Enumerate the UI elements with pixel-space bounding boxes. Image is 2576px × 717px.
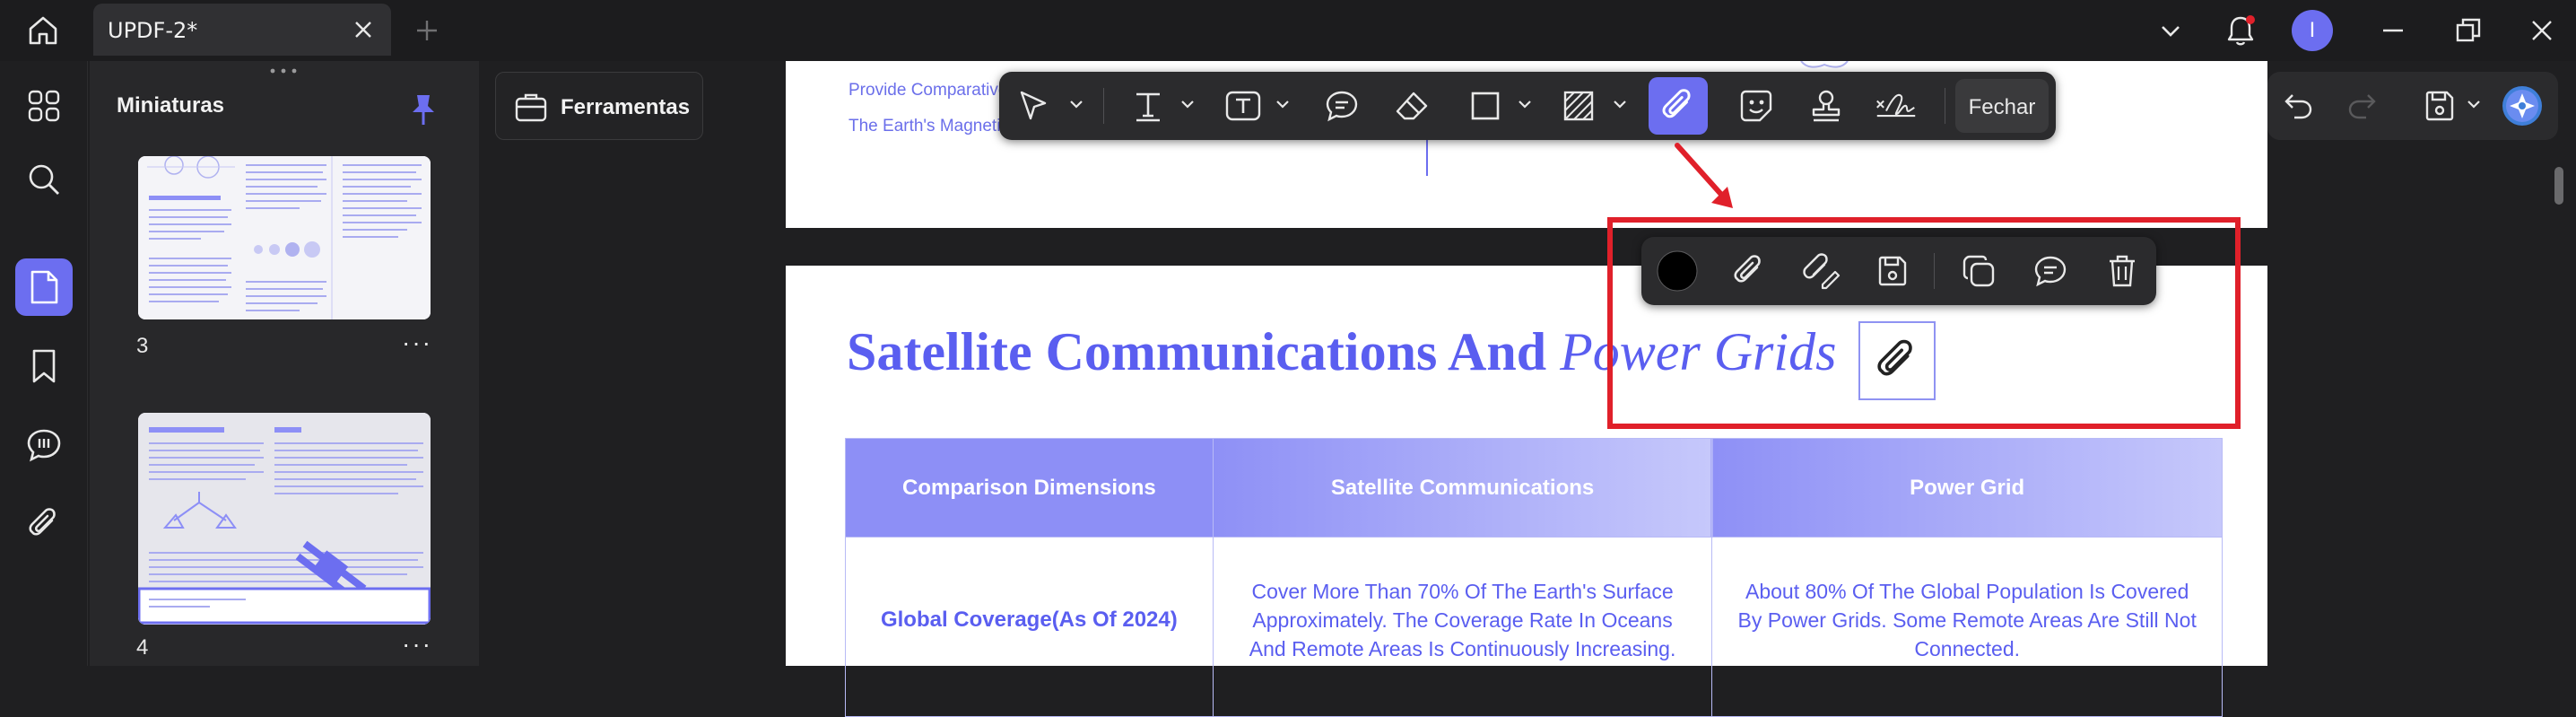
toolbox-icon xyxy=(515,93,547,122)
table-header-cell: Satellite Communications xyxy=(1212,438,1713,538)
left-rail xyxy=(0,61,88,666)
undo-icon[interactable] xyxy=(2276,84,2319,127)
table-cell: Global Coverage(As Of 2024) xyxy=(845,537,1214,717)
avatar-letter: I xyxy=(2309,18,2316,42)
search-icon[interactable] xyxy=(15,151,73,208)
title-bar: UPDF-2* I xyxy=(0,0,2576,61)
chevron-down-icon[interactable] xyxy=(1067,95,1085,113)
thumbnail-page-number: 4 xyxy=(136,635,149,660)
close-window-icon[interactable] xyxy=(2520,9,2563,52)
page-figure-fragment xyxy=(1800,61,1849,68)
thumbnail-page-4[interactable] xyxy=(138,413,431,625)
restore-window-icon[interactable] xyxy=(2447,9,2490,52)
attachment-popup-toolbar xyxy=(1641,237,2156,305)
attachment-tool-icon[interactable] xyxy=(1649,77,1708,135)
attachment-icon[interactable] xyxy=(15,495,73,553)
annotation-toolbar: Fechar xyxy=(999,72,2056,140)
tools-label: Ferramentas xyxy=(561,95,691,119)
ai-assistant-icon[interactable] xyxy=(2501,84,2544,127)
heading-main-text: Satellite Communications And xyxy=(847,322,1561,381)
drag-handle-icon[interactable] xyxy=(265,68,301,74)
toolbar-divider xyxy=(1103,88,1104,124)
page-text-line: The Earth's Magneti xyxy=(849,117,1001,136)
tab-title: UPDF-2* xyxy=(108,18,198,43)
thumbnail-page-number: 3 xyxy=(136,334,149,358)
comparison-table: Comparison Dimensions Satellite Communic… xyxy=(845,438,2223,717)
document-tab[interactable]: UPDF-2* xyxy=(93,4,391,56)
chevron-down-icon[interactable] xyxy=(1179,95,1197,113)
thumbnail-more-icon[interactable]: ··· xyxy=(402,328,432,357)
chevron-down-icon[interactable] xyxy=(2465,95,2483,113)
table-row: Global Coverage(As Of 2024) Cover More T… xyxy=(845,537,2223,717)
table-header-row: Comparison Dimensions Satellite Communic… xyxy=(845,438,2223,538)
comment-icon[interactable] xyxy=(2029,249,2072,293)
rectangle-icon[interactable] xyxy=(1464,84,1507,127)
thumbnails-title: Miniaturas xyxy=(117,93,225,118)
color-swatch[interactable] xyxy=(1656,249,1699,293)
comment-icon[interactable] xyxy=(1320,84,1363,127)
pages-icon[interactable] xyxy=(15,258,73,316)
copy-icon[interactable] xyxy=(1957,249,2000,293)
select-icon[interactable] xyxy=(1012,84,1055,127)
comment-icon[interactable] xyxy=(15,416,73,474)
new-tab-icon[interactable] xyxy=(405,9,448,52)
eraser-icon[interactable] xyxy=(1390,84,1433,127)
textbox-icon[interactable] xyxy=(1222,84,1265,127)
pin-icon[interactable] xyxy=(402,88,445,131)
page-text-line: Provide Comparative xyxy=(849,81,1008,100)
avatar[interactable]: I xyxy=(2291,9,2334,52)
right-toolbar xyxy=(2267,72,2558,140)
thumbnail-page-3-preview xyxy=(138,156,431,319)
sticker-icon[interactable] xyxy=(1735,84,1778,127)
text-icon[interactable] xyxy=(1127,84,1170,127)
home-icon[interactable] xyxy=(22,9,65,52)
thumbnails-panel: Miniaturas 3 ··· 4 ··· xyxy=(90,61,479,666)
redo-icon[interactable] xyxy=(2341,84,2384,127)
thumbnail-more-icon[interactable]: ··· xyxy=(402,630,432,659)
delete-icon[interactable] xyxy=(2101,249,2144,293)
thumbnail-page-4-preview xyxy=(138,413,431,625)
table-cell: Cover More Than 70% Of The Earth's Surfa… xyxy=(1212,537,1713,717)
vertical-scrollbar-thumb[interactable] xyxy=(2554,167,2563,205)
minimize-icon[interactable] xyxy=(2371,9,2415,52)
signature-icon[interactable] xyxy=(1875,84,1918,127)
notification-bell-icon[interactable] xyxy=(2219,9,2262,52)
bookmark-icon[interactable] xyxy=(15,337,73,395)
save-icon[interactable] xyxy=(2418,84,2461,127)
chevron-down-icon[interactable] xyxy=(1274,95,1292,113)
attachment-icon[interactable] xyxy=(1727,249,1771,293)
red-arrow-icon xyxy=(1675,143,1733,208)
chevron-down-icon[interactable] xyxy=(1611,95,1629,113)
chevron-down-icon[interactable] xyxy=(1516,95,1534,113)
save-attachment-icon[interactable] xyxy=(1871,249,1914,293)
thumbnail-page-3[interactable] xyxy=(138,156,431,319)
table-header-cell: Power Grid xyxy=(1711,438,2223,538)
table-header-cell: Comparison Dimensions xyxy=(845,438,1214,538)
tools-button[interactable]: Ferramentas xyxy=(495,72,703,140)
toolbar-divider xyxy=(1934,253,1935,289)
stamp-icon[interactable] xyxy=(1805,84,1848,127)
thumbnails-grid-icon[interactable] xyxy=(15,77,73,135)
replace-attachment-icon[interactable] xyxy=(1799,249,1842,293)
chevron-down-icon[interactable] xyxy=(2149,9,2192,52)
hatch-area-icon[interactable] xyxy=(1557,84,1600,127)
table-cell: About 80% Of The Global Population Is Co… xyxy=(1711,537,2223,717)
close-annotation-label: Fechar xyxy=(1968,95,2036,119)
close-tab-icon[interactable] xyxy=(346,13,380,47)
close-annotation-button[interactable]: Fechar xyxy=(1955,79,2049,133)
